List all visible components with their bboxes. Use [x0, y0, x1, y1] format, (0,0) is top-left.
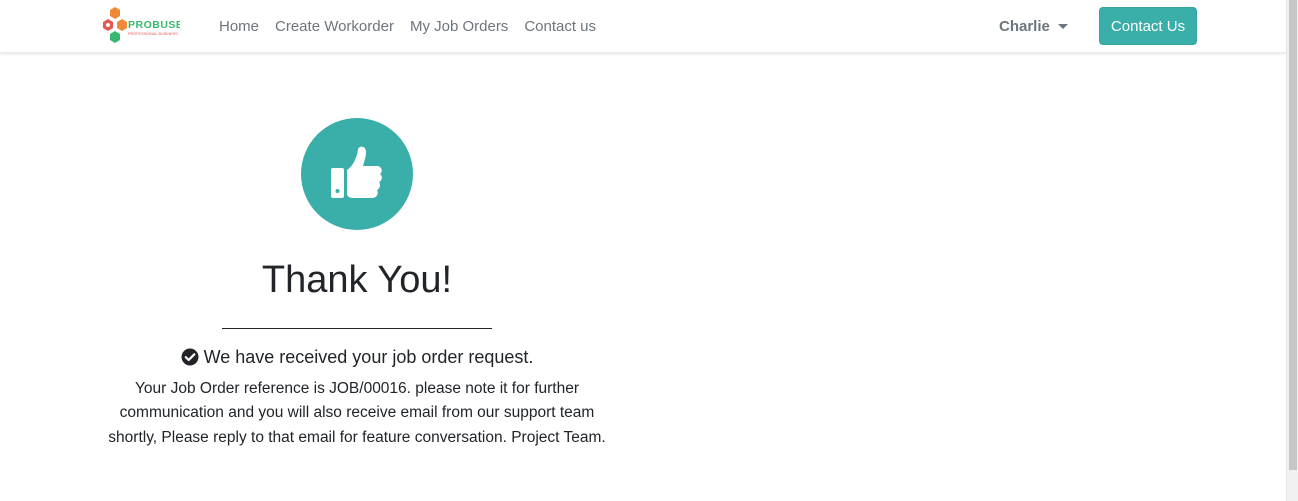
check-circle-icon — [181, 348, 199, 366]
main-nav: Home Create Workorder My Job Orders Cont… — [211, 0, 604, 53]
nav-home-link[interactable]: Home — [211, 18, 267, 35]
thumbs-up-icon — [331, 146, 382, 198]
thumbs-up-badge — [301, 118, 413, 230]
top-navbar: PROBUSE PROFESSIONAL BUSINESS Home Creat… — [0, 0, 1286, 53]
probuse-logo-icon: PROBUSE PROFESSIONAL BUSINESS — [103, 7, 180, 43]
user-dropdown[interactable]: Charlie — [999, 0, 1068, 53]
received-message: We have received your job order request. — [203, 346, 534, 367]
job-order-details: Your Job Order reference is JOB/00016. p… — [108, 379, 606, 446]
user-name: Charlie — [999, 18, 1050, 35]
nav-contact-us-link[interactable]: Contact us — [516, 18, 604, 35]
nav-create-workorder-link[interactable]: Create Workorder — [267, 18, 402, 35]
title-divider — [222, 327, 492, 329]
brand-tagline: PROFESSIONAL BUSINESS — [128, 32, 178, 36]
contact-us-button[interactable]: Contact Us — [1099, 7, 1197, 45]
brand-name: PROBUSE — [128, 19, 180, 31]
thank-you-title: Thank You! — [261, 259, 453, 301]
nav-my-job-orders-link[interactable]: My Job Orders — [402, 18, 516, 35]
received-message-row: We have received your job order request. — [90, 347, 624, 368]
page-scrollbar[interactable] — [1286, 0, 1298, 501]
caret-down-icon — [1057, 24, 1068, 29]
scrollbar-thumb[interactable] — [1289, 0, 1297, 470]
brand-logo[interactable]: PROBUSE PROFESSIONAL BUSINESS — [100, 6, 180, 48]
thank-you-section: Thank You! We have received your job ord… — [90, 118, 624, 450]
